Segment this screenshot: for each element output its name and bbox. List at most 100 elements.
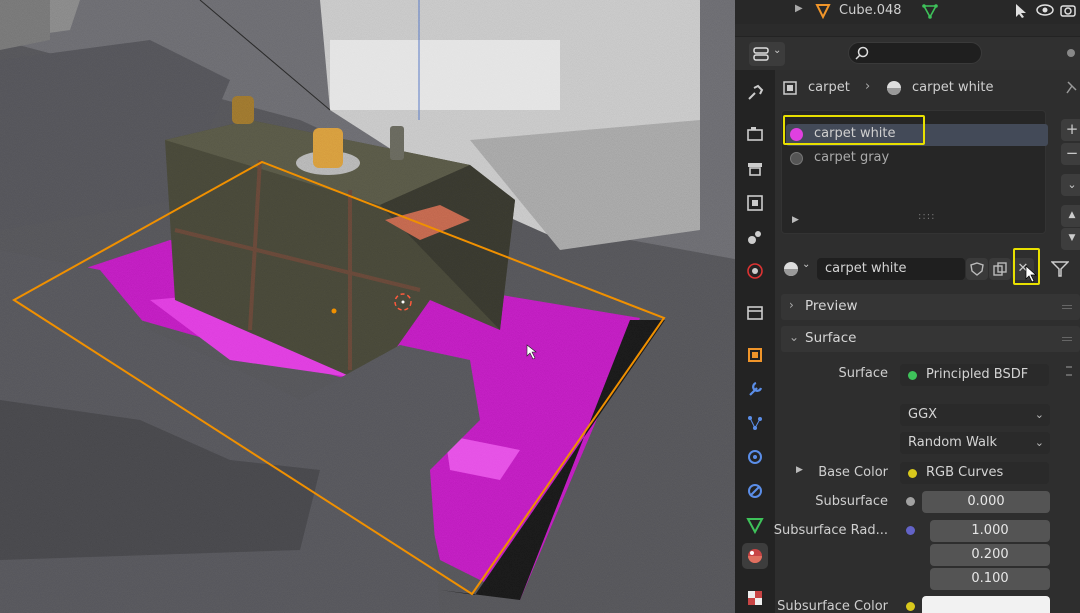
mesh-data-tab-icon [746, 518, 764, 534]
properties-header: ⌄ [735, 36, 1080, 70]
tab-data[interactable] [742, 512, 768, 538]
subsurface-radius-y[interactable]: 0.200 [930, 544, 1050, 566]
section-title: Surface [805, 330, 857, 346]
remove-slot-button[interactable]: − [1061, 143, 1080, 165]
tab-modifiers[interactable] [742, 376, 768, 402]
outliner-row[interactable]: ▶ Cube.048 [735, 0, 1080, 24]
slot-specials-button[interactable]: ⌄ [1061, 174, 1080, 196]
material-icon [887, 81, 901, 95]
tab-scene[interactable] [742, 224, 768, 250]
tab-view-layer[interactable] [742, 190, 768, 216]
subsurface-radius-label: Subsurface Rad... [773, 523, 888, 538]
base-color-field[interactable]: RGB Curves [900, 462, 1049, 484]
camera-icon[interactable] [1060, 3, 1076, 17]
browse-material-button[interactable]: ⌄ [781, 257, 816, 281]
view-layer-icon [747, 195, 763, 211]
chevron-down-icon: ⌄ [1034, 408, 1044, 421]
particles-icon [748, 416, 762, 430]
fake-user-button[interactable] [966, 258, 988, 280]
tab-texture[interactable] [742, 585, 768, 611]
expand-arrow-icon[interactable]: ▶ [795, 3, 803, 14]
surface-section-header[interactable]: ⌄ Surface [781, 326, 1080, 352]
expanded-arrow-icon: ⌄ [789, 330, 800, 344]
tab-output[interactable] [742, 156, 768, 182]
viewport-render [0, 0, 740, 613]
float-socket-icon[interactable] [906, 497, 915, 506]
wrench-icon [749, 381, 763, 396]
constraints-icon [748, 484, 762, 498]
object-icon [748, 348, 762, 362]
material-icon [748, 549, 762, 563]
drag-handle-icon[interactable] [1062, 337, 1072, 341]
move-up-button[interactable]: ▲ [1061, 205, 1080, 227]
surface-shader-value: Principled BSDF [926, 367, 1029, 382]
tab-render[interactable] [742, 122, 768, 148]
tab-collection[interactable] [742, 300, 768, 326]
add-slot-button[interactable]: + [1061, 119, 1080, 141]
eye-icon[interactable] [1036, 4, 1054, 16]
object-icon [783, 81, 797, 95]
slot-highlight-box [783, 115, 925, 145]
mesh-data-icon [922, 4, 938, 19]
mesh-object-icon [815, 4, 831, 19]
subsurface-radius-x[interactable]: 1.000 [930, 520, 1050, 542]
drag-handle-icon[interactable] [1062, 305, 1072, 309]
base-color-label: Base Color [818, 465, 888, 480]
scene-icon [748, 231, 761, 244]
tab-world[interactable] [742, 258, 768, 284]
slot-label: carpet gray [814, 150, 890, 165]
texture-icon [748, 591, 762, 605]
editor-type-button[interactable]: ⌄ [749, 42, 785, 66]
tab-physics[interactable] [742, 444, 768, 470]
subsurface-radius-z[interactable]: 0.100 [930, 568, 1050, 590]
surface-label: Surface [838, 366, 888, 381]
subsurface-method-dropdown[interactable]: Random Walk ⌄ [900, 432, 1050, 454]
physics-icon [748, 450, 762, 464]
material-name-field[interactable]: carpet white [817, 258, 965, 280]
resize-handle-icon[interactable]: :::: [918, 211, 935, 222]
subsurface-value-field[interactable]: 0.000 [922, 491, 1050, 513]
material-panel: carpet › carpet white carpet white carpe… [774, 70, 1080, 613]
chevron-down-icon: ⌄ [773, 45, 782, 56]
preview-section-header[interactable]: › Preview [781, 294, 1080, 320]
subsurface-color-label: Subsurface Color [777, 599, 888, 613]
expand-arrow-icon[interactable]: ▶ [792, 215, 799, 225]
collection-icon [747, 306, 763, 320]
tab-tool[interactable] [742, 80, 768, 106]
funnel-icon [1050, 261, 1070, 277]
tab-material[interactable] [742, 543, 768, 569]
shield-icon [970, 262, 984, 276]
duplicate-material-button[interactable] [989, 258, 1011, 280]
options-icon[interactable] [1065, 47, 1077, 59]
list-item-carpet-gray[interactable]: carpet gray [786, 148, 1048, 170]
pin-icon[interactable] [1066, 81, 1078, 95]
subsurface-color-swatch[interactable] [922, 596, 1050, 613]
breadcrumb-object: carpet [808, 80, 850, 95]
properties-editor: ▶ Cube.048 ⌄ carpet › carpet white carpe… [735, 0, 1080, 613]
shader-socket-icon [908, 371, 917, 380]
breadcrumb-separator-icon: › [865, 79, 871, 94]
material-sphere-icon [784, 262, 798, 276]
tab-constraints[interactable] [742, 478, 768, 504]
tab-particles[interactable] [742, 410, 768, 436]
select-arrow-icon[interactable] [1014, 3, 1028, 19]
row-decorator [1066, 366, 1072, 368]
breadcrumb: carpet › carpet white [775, 70, 1080, 106]
vector-socket-icon[interactable] [906, 526, 915, 535]
move-down-button[interactable]: ▼ [1061, 228, 1080, 250]
object-name[interactable]: Cube.048 [839, 3, 902, 18]
subsurface-method-value: Random Walk [908, 435, 998, 450]
search-input[interactable] [848, 42, 982, 64]
tab-object[interactable] [742, 342, 768, 368]
color-socket-icon[interactable] [906, 602, 915, 611]
distribution-dropdown[interactable]: GGX ⌄ [900, 404, 1050, 426]
material-color-swatch [790, 152, 803, 165]
properties-tabs [735, 70, 775, 613]
chevron-down-icon: ⌄ [1034, 436, 1044, 449]
node-tree-button[interactable] [1050, 260, 1080, 280]
copy-icon [993, 262, 1007, 276]
3d-viewport[interactable] [0, 0, 740, 613]
world-icon [747, 263, 763, 279]
surface-shader-field[interactable]: Principled BSDF [900, 364, 1049, 386]
render-icon [747, 127, 763, 141]
